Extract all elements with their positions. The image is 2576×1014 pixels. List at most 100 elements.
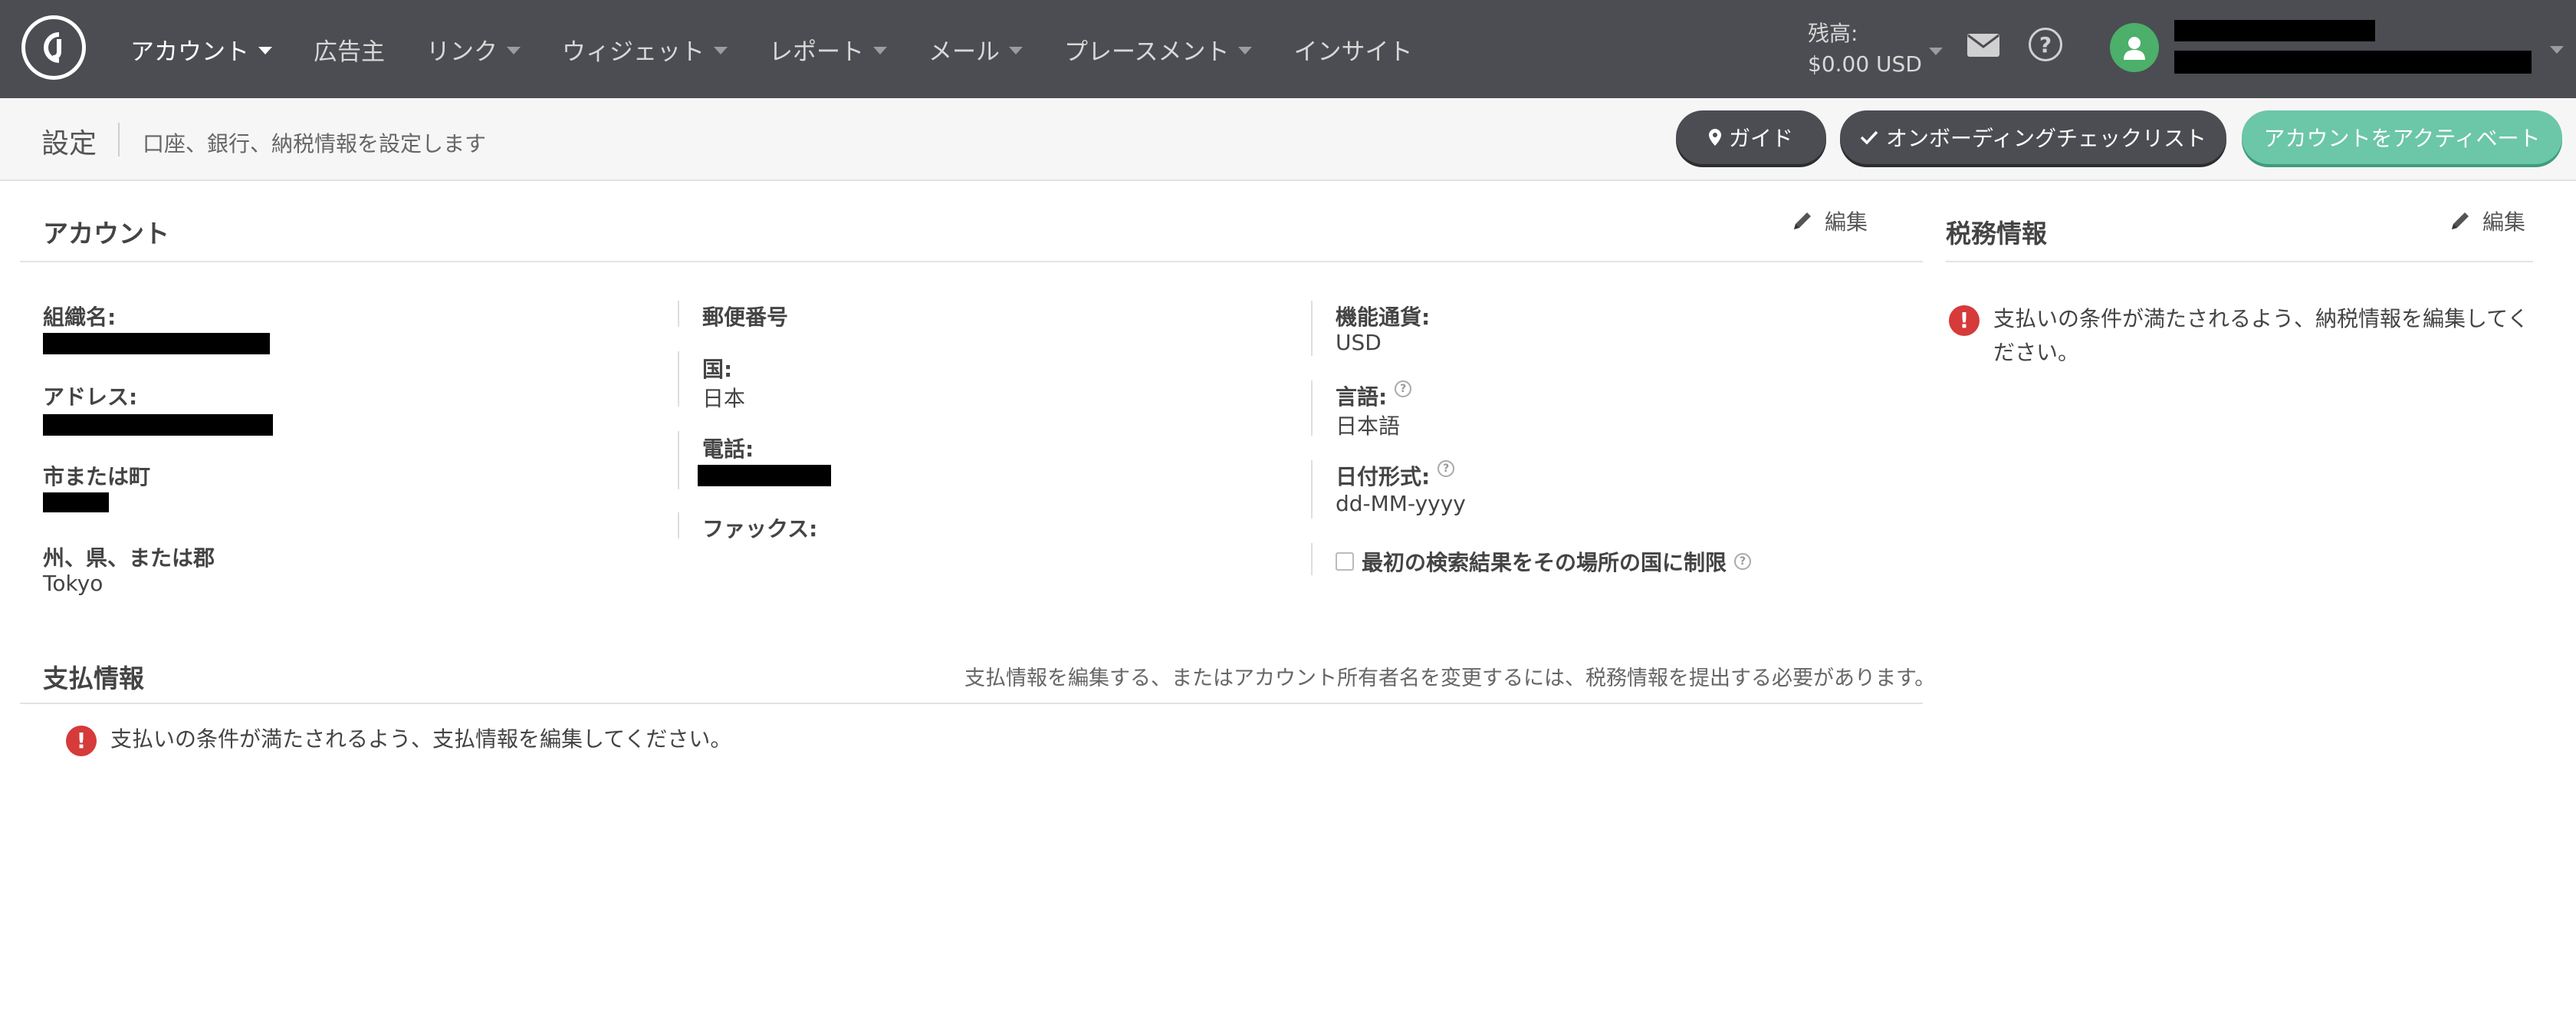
page-title: 設定 <box>41 128 97 160</box>
address-label: アドレス: <box>43 384 138 410</box>
chevron-down-icon[interactable] <box>2550 46 2564 54</box>
tax-section-title: 税務情報 <box>1946 219 2047 249</box>
nav-item-7[interactable]: インサイト <box>1293 32 1412 67</box>
check-icon <box>1860 130 1878 145</box>
column-divider <box>678 431 679 489</box>
currency-value: USD <box>1336 330 1382 355</box>
nav-item-label: インサイト <box>1293 38 1413 66</box>
chevron-down-icon <box>714 47 728 54</box>
redacted-address <box>43 414 273 436</box>
account-section-title: アカウント <box>43 219 169 249</box>
payment-section-title: 支払情報 <box>43 663 144 693</box>
redacted-user-name <box>2174 20 2375 41</box>
pencil-icon <box>2449 209 2472 232</box>
column-divider <box>1311 380 1313 436</box>
title-divider <box>118 123 120 156</box>
date-format-value: dd-MM-yyyy <box>1336 491 1466 516</box>
mail-icon[interactable] <box>1967 34 1999 57</box>
column-divider <box>678 301 679 327</box>
city-label: 市または町 <box>43 464 151 489</box>
nav-item-6[interactable]: プレースメント <box>1064 32 1253 67</box>
nav-item-label: プレースメント <box>1064 38 1230 66</box>
activate-account-button[interactable]: アカウントをアクティベート <box>2242 110 2562 164</box>
chevron-down-icon <box>258 47 272 54</box>
balance-display[interactable]: 残高: $0.00 USD <box>1808 18 1922 80</box>
tax-edit-link[interactable]: 編集 <box>2449 206 2525 236</box>
chevron-down-icon <box>1238 47 1253 54</box>
nav-item-1[interactable]: 広告主 <box>314 32 385 67</box>
chevron-down-icon <box>1009 47 1023 54</box>
postal-code-label: 郵便番号 <box>702 305 789 330</box>
payment-alert: ! 支払いの条件が満たされるよう、支払情報を編集してください。 <box>66 723 731 756</box>
onboarding-checklist-button[interactable]: オンボーディングチェックリスト <box>1840 110 2226 164</box>
nav-item-label: アカウント <box>130 38 249 66</box>
help-circle-icon[interactable]: ? <box>2029 28 2062 61</box>
guide-button[interactable]: ガイド <box>1676 110 1826 164</box>
tax-edit-label: 編集 <box>2482 209 2526 235</box>
nav-item-5[interactable]: メール <box>928 32 1023 67</box>
activate-button-label: アカウントをアクティベート <box>2263 126 2541 151</box>
redacted-org-name <box>43 333 270 354</box>
nav-item-label: リンク <box>426 38 498 66</box>
column-divider <box>678 512 679 538</box>
date-format-label: 日付形式:? <box>1336 460 1455 491</box>
top-nav-bar: アカウント 広告主 リンク ウィジェット レポート メール プレースメント インサイト 残高:… <box>0 0 2576 98</box>
cj-logo-icon[interactable] <box>21 15 86 80</box>
phone-label: 電話: <box>702 436 754 462</box>
language-value: 日本語 <box>1336 413 1401 439</box>
state-value: Tokyo <box>43 571 104 596</box>
country-label: 国: <box>702 357 733 382</box>
column-divider <box>1311 301 1313 356</box>
settings-subheader: 設定 口座、銀行、納税情報を設定します ガイド オンボーディングチェックリスト … <box>0 98 2576 181</box>
restrict-country-option: 最初の検索結果をその場所の国に制限? <box>1336 546 1752 577</box>
currency-label: 機能通貨: <box>1336 305 1431 330</box>
user-avatar[interactable] <box>2110 23 2159 72</box>
question-dot-icon[interactable]: ? <box>1438 460 1455 477</box>
restrict-country-label: 最初の検索結果をその場所の国に制限 <box>1362 550 1727 575</box>
account-edit-link[interactable]: 編集 <box>1791 206 1868 236</box>
checklist-button-label: オンボーディングチェックリスト <box>1885 126 2207 151</box>
payment-alert-text: 支払いの条件が満たされるよう、支払情報を編集してください。 <box>110 726 732 752</box>
pencil-icon <box>1791 209 1814 232</box>
redacted-user-email <box>2174 51 2532 74</box>
nav-item-label: 広告主 <box>314 38 385 66</box>
tax-alert-text: 支払いの条件が満たされるよう、納税情報を編集してください。 <box>1993 306 2529 365</box>
language-label-text: 言語: <box>1336 384 1388 410</box>
page-subtitle: 口座、銀行、納税情報を設定します <box>143 131 487 156</box>
restrict-country-checkbox[interactable] <box>1336 552 1354 571</box>
nav-item-3[interactable]: ウィジェット <box>562 32 728 67</box>
user-icon <box>2124 37 2145 60</box>
chevron-down-icon <box>507 47 521 54</box>
nav-item-label: メール <box>928 38 1000 66</box>
nav-item-0[interactable]: アカウント <box>130 32 272 67</box>
org-name-label: 組織名: <box>43 305 117 330</box>
balance-value: $0.00 USD <box>1808 51 1922 77</box>
chevron-down-icon[interactable] <box>1929 48 1943 55</box>
redacted-city <box>43 492 109 512</box>
exclamation-circle-icon: ! <box>1949 305 1980 336</box>
nav-item-4[interactable]: レポート <box>769 32 887 67</box>
payment-note: 支払情報を編集する、またはアカウント所有者名を変更するには、税務情報を提出する必… <box>964 667 1936 690</box>
help-glyph: ? <box>2039 31 2052 58</box>
nav-item-label: レポート <box>769 38 864 66</box>
column-divider <box>1311 460 1313 519</box>
main-nav: アカウント 広告主 リンク ウィジェット レポート メール プレースメント インサイト <box>130 0 1454 98</box>
account-edit-label: 編集 <box>1825 209 1868 235</box>
nav-item-2[interactable]: リンク <box>426 32 521 67</box>
state-label: 州、県、または郡 <box>43 545 215 571</box>
account-divider <box>20 261 1923 262</box>
tax-alert: ! 支払いの条件が満たされるよう、納税情報を編集してください。 <box>1949 302 2532 370</box>
payment-divider <box>20 703 1923 704</box>
question-dot-icon[interactable]: ? <box>1395 380 1412 397</box>
guide-button-label: ガイド <box>1728 126 1793 151</box>
country-value: 日本 <box>702 386 746 411</box>
question-dot-icon[interactable]: ? <box>1734 553 1752 570</box>
redacted-phone <box>698 465 831 486</box>
column-divider <box>1311 543 1313 575</box>
map-pin-icon <box>1708 129 1721 146</box>
column-divider <box>678 351 679 407</box>
fax-label: ファックス: <box>702 516 818 542</box>
exclamation-circle-icon: ! <box>66 726 97 756</box>
date-format-label-text: 日付形式: <box>1336 464 1431 489</box>
nav-item-label: ウィジェット <box>562 38 705 66</box>
